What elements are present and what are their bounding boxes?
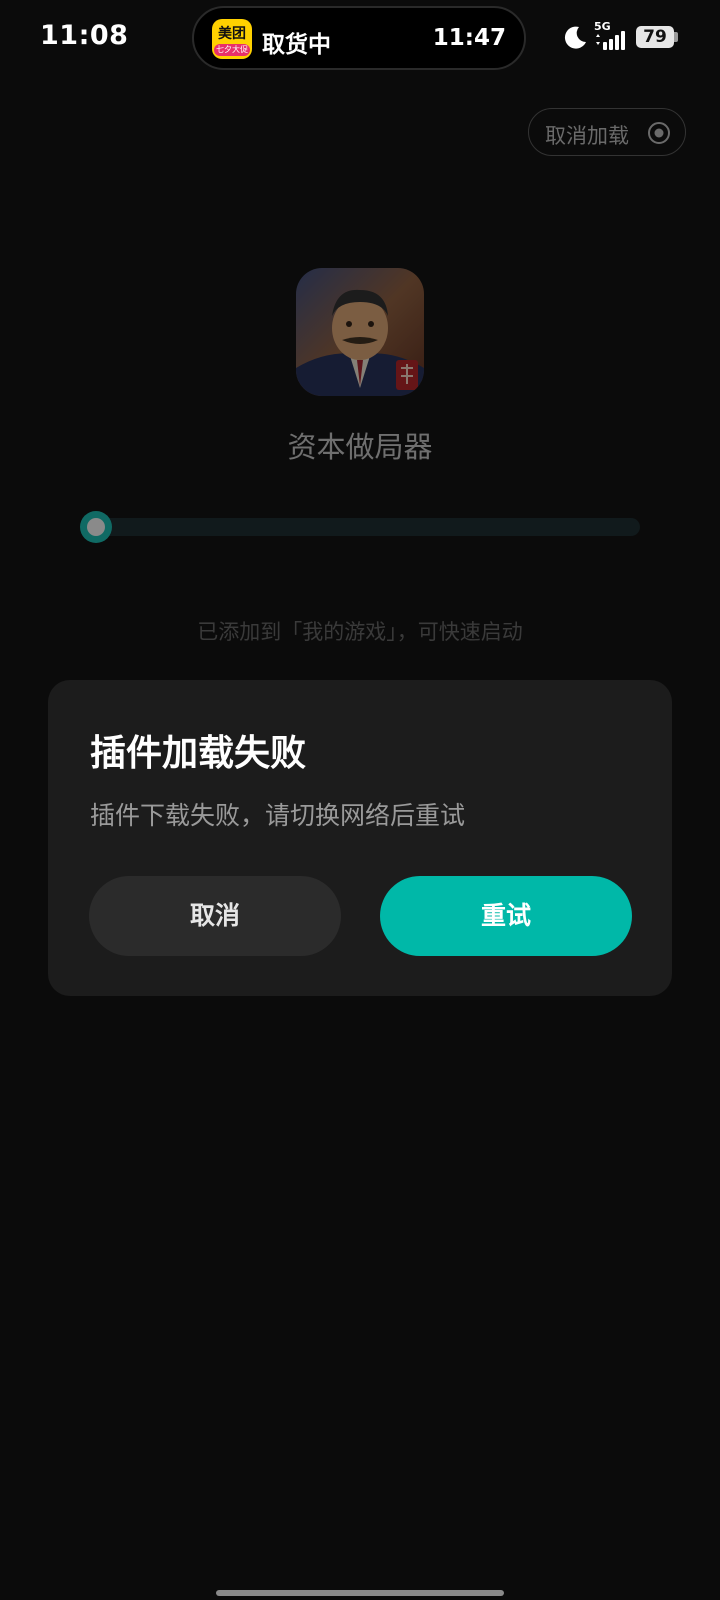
cancel-loading-button[interactable]: 取消加载 (528, 108, 686, 156)
progress-knob (80, 511, 112, 543)
cancel-button[interactable]: 取消 (89, 876, 341, 956)
battery-icon: 79 (636, 26, 674, 48)
screen: 11:08 美团 七夕大促 取货中 11:47 5G 79 取消加载 资本做局器… (0, 0, 720, 1600)
status-icons: 5G 79 (560, 20, 700, 52)
status-time: 11:08 (40, 20, 129, 51)
signal-icon (596, 31, 625, 50)
cancel-loading-label: 取消加载 (545, 124, 629, 148)
moon-icon (564, 26, 586, 49)
home-indicator[interactable] (216, 1590, 504, 1596)
meituan-icon-label: 美团 (218, 26, 246, 42)
dialog-message: 插件下载失败，请切换网络后重试 (90, 801, 466, 830)
loading-progress-bar (92, 518, 640, 536)
battery-tip (674, 32, 678, 42)
meituan-app-icon: 美团 七夕大促 (212, 19, 252, 59)
live-activity-island[interactable]: 美团 七夕大促 取货中 11:47 (192, 6, 526, 70)
added-to-my-games-hint: 已添加到「我的游戏」，可快速启动 (197, 620, 523, 644)
meituan-icon-badge: 七夕大促 (214, 44, 250, 56)
retry-button[interactable]: 重试 (380, 876, 632, 956)
dialog-title: 插件加载失败 (90, 733, 307, 774)
record-icon (648, 122, 670, 144)
game-name: 资本做局器 (287, 430, 433, 464)
live-activity-status: 取货中 (262, 32, 331, 58)
live-activity-time: 11:47 (432, 25, 506, 51)
plugin-load-failed-dialog: 插件加载失败 插件下载失败，请切换网络后重试 取消 重试 (48, 680, 672, 996)
game-app-icon (296, 268, 424, 396)
